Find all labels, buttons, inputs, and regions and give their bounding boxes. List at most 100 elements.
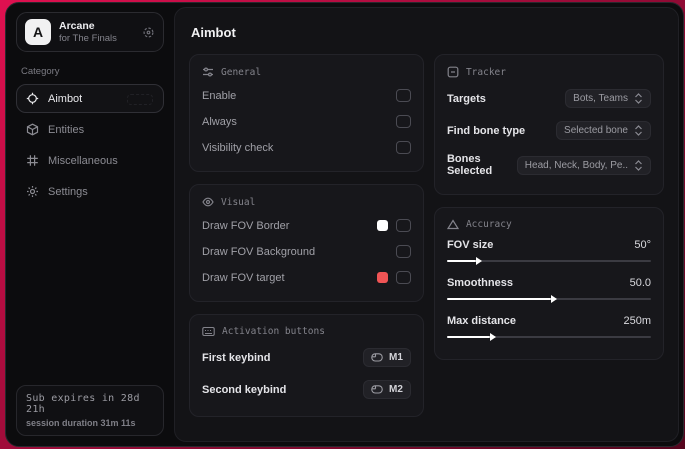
slider-thumb[interactable] [489,333,496,341]
right-column: Tracker Targets Bots, Teams Find bone ty… [433,54,664,360]
main-panel: Aimbot General Enable Always Visibility … [174,7,679,442]
section-title: Visual [221,196,256,208]
setting-label: FOV size [446,239,494,251]
setting-row: Draw FOV target [202,264,411,290]
bones-selected-dropdown[interactable]: Head, Neck, Body, Pe.. [516,155,651,175]
triangle-icon [446,219,459,230]
enable-checkbox[interactable] [395,89,411,102]
setting-label: First keybind [202,351,271,364]
slider-value: 250m [623,315,651,327]
session-duration-text: session duration 31m 11s [26,418,136,428]
activation-buttons-card: Activation buttons First keybind M1 Seco… [189,314,424,417]
setting-label: Max distance [446,315,517,327]
sidebar-item-aimbot[interactable]: Aimbot [16,84,164,113]
setting-row: Bones Selected Head, Neck, Body, Pe.. [447,146,651,183]
slider-thumb[interactable] [475,257,482,265]
entities-icon [26,123,39,136]
fov-border-color-swatch[interactable] [376,220,388,231]
setting-label: Enable [202,89,237,102]
section-title: Activation buttons [222,326,325,337]
keyboard-icon [202,326,215,337]
sub-expiry-text: Sub expires in 28d 21h [26,393,140,415]
setting-label: Second keybind [202,383,287,396]
setting-row: Visibility check [202,134,411,160]
mouse-icon [371,353,383,362]
slider-thumb[interactable] [551,295,557,303]
gear-icon [26,185,39,198]
find-bone-type-dropdown[interactable]: Selected bone [556,121,651,140]
tracker-card: Tracker Targets Bots, Teams Find bone ty… [433,54,664,195]
setting-row: Second keybind M2 [202,373,411,405]
visibility-check-checkbox[interactable] [395,141,411,154]
app-subtitle: for The Finals [59,32,117,44]
second-keybind-button[interactable]: M2 [363,380,411,399]
sidebar-nav: Aimbot Entities Miscellaneous Settings [16,84,164,206]
slider-row: FOV size 50° [446,234,651,272]
sidebar-item-label: Settings [48,185,88,198]
targets-dropdown[interactable]: Bots, Teams [565,89,651,108]
setting-row: Draw FOV Background [202,238,411,264]
left-column: General Enable Always Visibility check V… [189,54,424,417]
app-header-card: A Arcane for The Finals [16,12,164,52]
setting-label: Always [202,115,237,128]
general-card: General Enable Always Visibility check [189,54,424,172]
setting-row: First keybind M1 [202,341,411,373]
dropdown-value: Selected bone [564,125,628,136]
keybind-value: M1 [389,352,403,363]
app-window: A Arcane for The Finals Category Aimbot … [5,2,684,447]
setting-row: Always [202,108,411,134]
sidebar-item-settings[interactable]: Settings [16,177,164,206]
sidebar-item-label: Miscellaneous [48,154,118,167]
setting-label: Draw FOV Background [202,245,316,258]
setting-row: Enable [202,82,411,108]
setting-label: Smoothness [446,277,513,289]
first-keybind-button[interactable]: M1 [363,348,411,367]
smoothness-slider[interactable] [446,295,651,303]
keybind-value: M2 [389,384,403,395]
always-checkbox[interactable] [395,115,411,128]
visual-card: Visual Draw FOV Border Draw FOV Backgrou… [189,184,424,302]
chevron-up-down-icon [634,159,643,171]
sidebar-item-entities[interactable]: Entities [16,115,164,144]
app-name: Arcane [59,19,95,32]
chevron-up-down-icon [634,93,643,104]
sidebar-item-miscellaneous[interactable]: Miscellaneous [16,146,164,175]
setting-label: Bones Selected [446,153,493,177]
fov-size-slider[interactable] [446,257,651,265]
refresh-icon[interactable] [142,26,155,39]
setting-label: Visibility check [202,141,274,154]
mouse-icon [371,385,383,394]
eye-icon [202,196,214,208]
dropdown-value: Bots, Teams [573,93,628,104]
fov-target-color-swatch[interactable] [376,272,388,283]
sidebar: A Arcane for The Finals Category Aimbot … [6,3,174,446]
setting-label: Targets [446,92,486,105]
draw-fov-border-checkbox[interactable] [395,219,411,232]
tracker-icon [447,66,459,78]
sliders-icon [202,66,214,78]
subscription-card: Sub expires in 28d 21h session duration … [16,385,164,436]
slider-value: 50.0 [629,277,651,289]
setting-label: Draw FOV target [202,271,285,284]
accuracy-card: Accuracy FOV size 50° Smoothness 50.0 Ma… [433,207,664,360]
setting-row: Find bone type Selected bone [447,114,651,146]
chevron-up-down-icon [634,125,643,136]
app-logo: A [25,19,51,45]
crosshair-icon [26,92,39,105]
section-title: Tracker [465,66,506,78]
slider-row: Max distance 250m [446,310,651,348]
section-title: General [221,66,262,78]
setting-label: Find bone type [446,124,526,137]
slider-row: Smoothness 50.0 [446,272,651,310]
sidebar-item-label: Aimbot [48,92,83,105]
max-distance-slider[interactable] [446,333,651,341]
draw-fov-background-checkbox[interactable] [395,245,411,258]
setting-row: Targets Bots, Teams [447,82,651,114]
category-label: Category [21,66,60,77]
grid-icon [26,154,39,167]
setting-row: Draw FOV Border [202,212,411,238]
page-title: Aimbot [191,25,236,40]
slider-value: 50° [634,239,651,251]
draw-fov-target-checkbox[interactable] [395,271,411,284]
sidebar-item-label: Entities [48,123,85,136]
